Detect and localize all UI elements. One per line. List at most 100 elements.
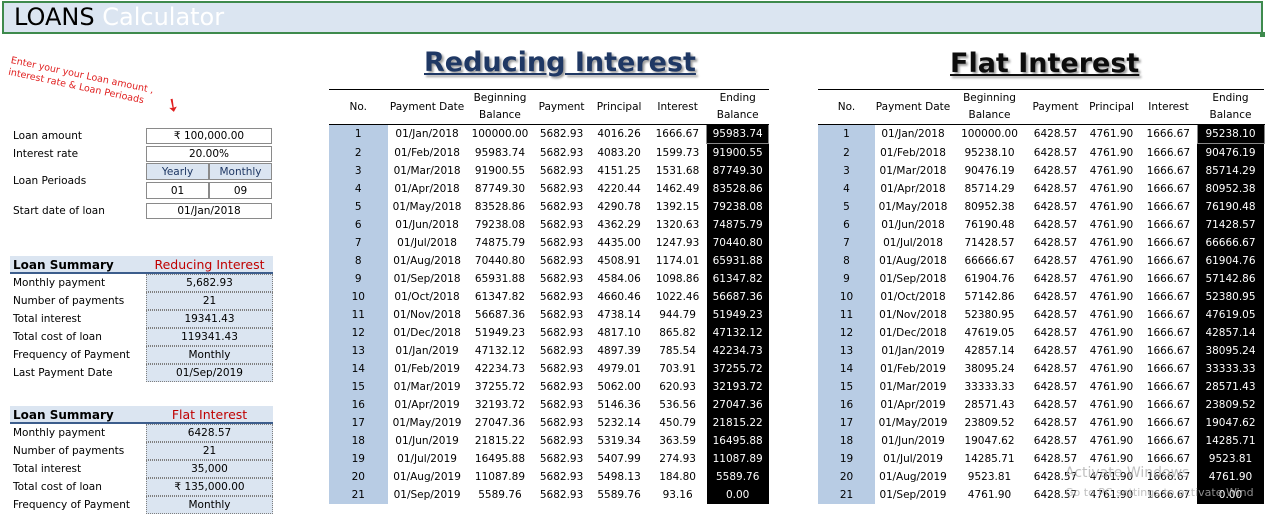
table-cell[interactable]: 11: [329, 306, 388, 324]
table-cell[interactable]: 66666.67: [1197, 234, 1264, 252]
table-cell[interactable]: 1666.67: [1140, 288, 1197, 306]
table-cell[interactable]: 865.82: [648, 324, 707, 342]
table-cell[interactable]: 4290.78: [590, 198, 649, 216]
table-cell[interactable]: 6428.57: [1028, 125, 1083, 144]
table-cell[interactable]: 80952.38: [1197, 180, 1264, 198]
table-cell[interactable]: 21: [818, 486, 875, 504]
table-cell[interactable]: 4761.90: [1083, 360, 1140, 378]
table-cell[interactable]: 17: [329, 414, 388, 432]
table-cell[interactable]: 38095.24: [1197, 342, 1264, 360]
table-cell[interactable]: 01/Nov/2018: [388, 306, 467, 324]
table-cell[interactable]: 01/Apr/2018: [388, 180, 467, 198]
table-cell[interactable]: 5682.93: [533, 378, 589, 396]
table-cell[interactable]: 274.93: [648, 450, 707, 468]
table-cell[interactable]: 23809.52: [951, 414, 1028, 432]
table-cell[interactable]: 4761.90: [1083, 306, 1140, 324]
summary-value[interactable]: Monthly: [146, 496, 273, 514]
table-cell[interactable]: 5682.93: [533, 432, 589, 450]
table-cell[interactable]: 1247.93: [648, 234, 707, 252]
table-cell[interactable]: 4738.14: [590, 306, 649, 324]
table-cell[interactable]: 6428.57: [1028, 216, 1083, 234]
table-cell[interactable]: 4362.29: [590, 216, 649, 234]
table-cell[interactable]: 6428.57: [1028, 414, 1083, 432]
table-cell[interactable]: 1666.67: [1140, 360, 1197, 378]
table-cell[interactable]: 5682.93: [533, 198, 589, 216]
table-cell[interactable]: 01/Jan/2018: [388, 125, 467, 144]
table-cell[interactable]: 71428.57: [1197, 216, 1264, 234]
table-cell[interactable]: 12: [329, 324, 388, 342]
table-cell[interactable]: 5682.93: [533, 486, 589, 504]
table-cell[interactable]: 8: [818, 252, 875, 270]
table-cell[interactable]: 2: [818, 143, 875, 162]
table-cell[interactable]: 95238.10: [951, 144, 1028, 163]
table-cell[interactable]: 01/Sep/2018: [388, 270, 467, 288]
summary-value[interactable]: 01/Sep/2019: [146, 364, 273, 382]
table-cell[interactable]: 83528.86: [706, 180, 769, 198]
table-cell[interactable]: 71428.57: [951, 234, 1028, 252]
table-cell[interactable]: 1666.67: [1140, 342, 1197, 360]
table-cell[interactable]: 70440.80: [467, 252, 534, 270]
table-cell[interactable]: 1599.73: [648, 144, 707, 163]
table-cell[interactable]: 74875.79: [467, 234, 534, 252]
table-cell[interactable]: 3: [818, 162, 875, 180]
table-cell[interactable]: 15: [818, 378, 875, 396]
table-cell[interactable]: 12: [818, 324, 875, 342]
table-cell[interactable]: 01/Jul/2018: [388, 234, 467, 252]
table-cell[interactable]: 4761.90: [951, 486, 1028, 504]
table-cell[interactable]: 52380.95: [1197, 288, 1264, 306]
table-cell[interactable]: 5682.93: [533, 216, 589, 234]
table-cell[interactable]: 01/Nov/2018: [875, 306, 951, 324]
months-input[interactable]: 09: [209, 182, 272, 199]
table-cell[interactable]: 6428.57: [1028, 198, 1083, 216]
table-cell[interactable]: 57142.86: [951, 288, 1028, 306]
table-cell[interactable]: 85714.29: [951, 180, 1028, 198]
table-cell[interactable]: 14: [329, 360, 388, 378]
table-cell[interactable]: 38095.24: [951, 360, 1028, 378]
table-cell[interactable]: 01/May/2018: [875, 198, 951, 216]
table-cell[interactable]: 17: [818, 414, 875, 432]
table-cell[interactable]: 4016.26: [590, 125, 649, 144]
table-cell[interactable]: 14285.71: [951, 450, 1028, 468]
table-cell[interactable]: 184.80: [648, 468, 707, 486]
table-cell[interactable]: 16: [329, 396, 388, 414]
table-cell[interactable]: 16495.88: [706, 432, 769, 450]
table-cell[interactable]: 4897.39: [590, 342, 649, 360]
interest-rate-input[interactable]: 20.00%: [146, 146, 272, 162]
table-cell[interactable]: 91900.55: [467, 162, 534, 180]
table-cell[interactable]: 52380.95: [951, 306, 1028, 324]
table-cell[interactable]: 1666.67: [1140, 144, 1197, 163]
table-cell[interactable]: 3: [329, 162, 388, 180]
table-cell[interactable]: 01/Sep/2019: [388, 486, 467, 504]
table-cell[interactable]: 5682.93: [533, 360, 589, 378]
table-cell[interactable]: 8: [329, 252, 388, 270]
table-cell[interactable]: 5589.76: [590, 486, 649, 504]
table-cell[interactable]: 4660.46: [590, 288, 649, 306]
fill-handle[interactable]: [1260, 32, 1265, 37]
table-cell[interactable]: 01/Jul/2019: [388, 450, 467, 468]
table-cell[interactable]: 6428.57: [1028, 324, 1083, 342]
table-cell[interactable]: 01/Sep/2018: [875, 270, 951, 288]
table-cell[interactable]: 14: [818, 360, 875, 378]
table-cell[interactable]: 4761.90: [1083, 432, 1140, 450]
table-cell[interactable]: 83528.86: [467, 198, 534, 216]
table-cell[interactable]: 1666.67: [1140, 270, 1197, 288]
table-cell[interactable]: 5682.93: [533, 468, 589, 486]
table-cell[interactable]: 5682.93: [533, 234, 589, 252]
table-cell[interactable]: 6428.57: [1028, 180, 1083, 198]
table-cell[interactable]: 6428.57: [1028, 432, 1083, 450]
table-cell[interactable]: 1666.67: [1140, 324, 1197, 342]
table-cell[interactable]: 01/Dec/2018: [875, 324, 951, 342]
table-cell[interactable]: 37255.72: [467, 378, 534, 396]
table-cell[interactable]: 70440.80: [706, 234, 769, 252]
table-cell[interactable]: 5682.93: [533, 125, 589, 144]
table-cell[interactable]: 18: [329, 432, 388, 450]
table-cell[interactable]: 20: [329, 468, 388, 486]
table-cell[interactable]: 56687.36: [467, 306, 534, 324]
table-cell[interactable]: 4508.91: [590, 252, 649, 270]
table-cell[interactable]: 61904.76: [951, 270, 1028, 288]
table-cell[interactable]: 11: [818, 306, 875, 324]
table-cell[interactable]: 5682.93: [533, 324, 589, 342]
table-cell[interactable]: 32193.72: [706, 378, 769, 396]
table-cell[interactable]: 4761.90: [1083, 198, 1140, 216]
table-cell[interactable]: 33333.33: [951, 378, 1028, 396]
